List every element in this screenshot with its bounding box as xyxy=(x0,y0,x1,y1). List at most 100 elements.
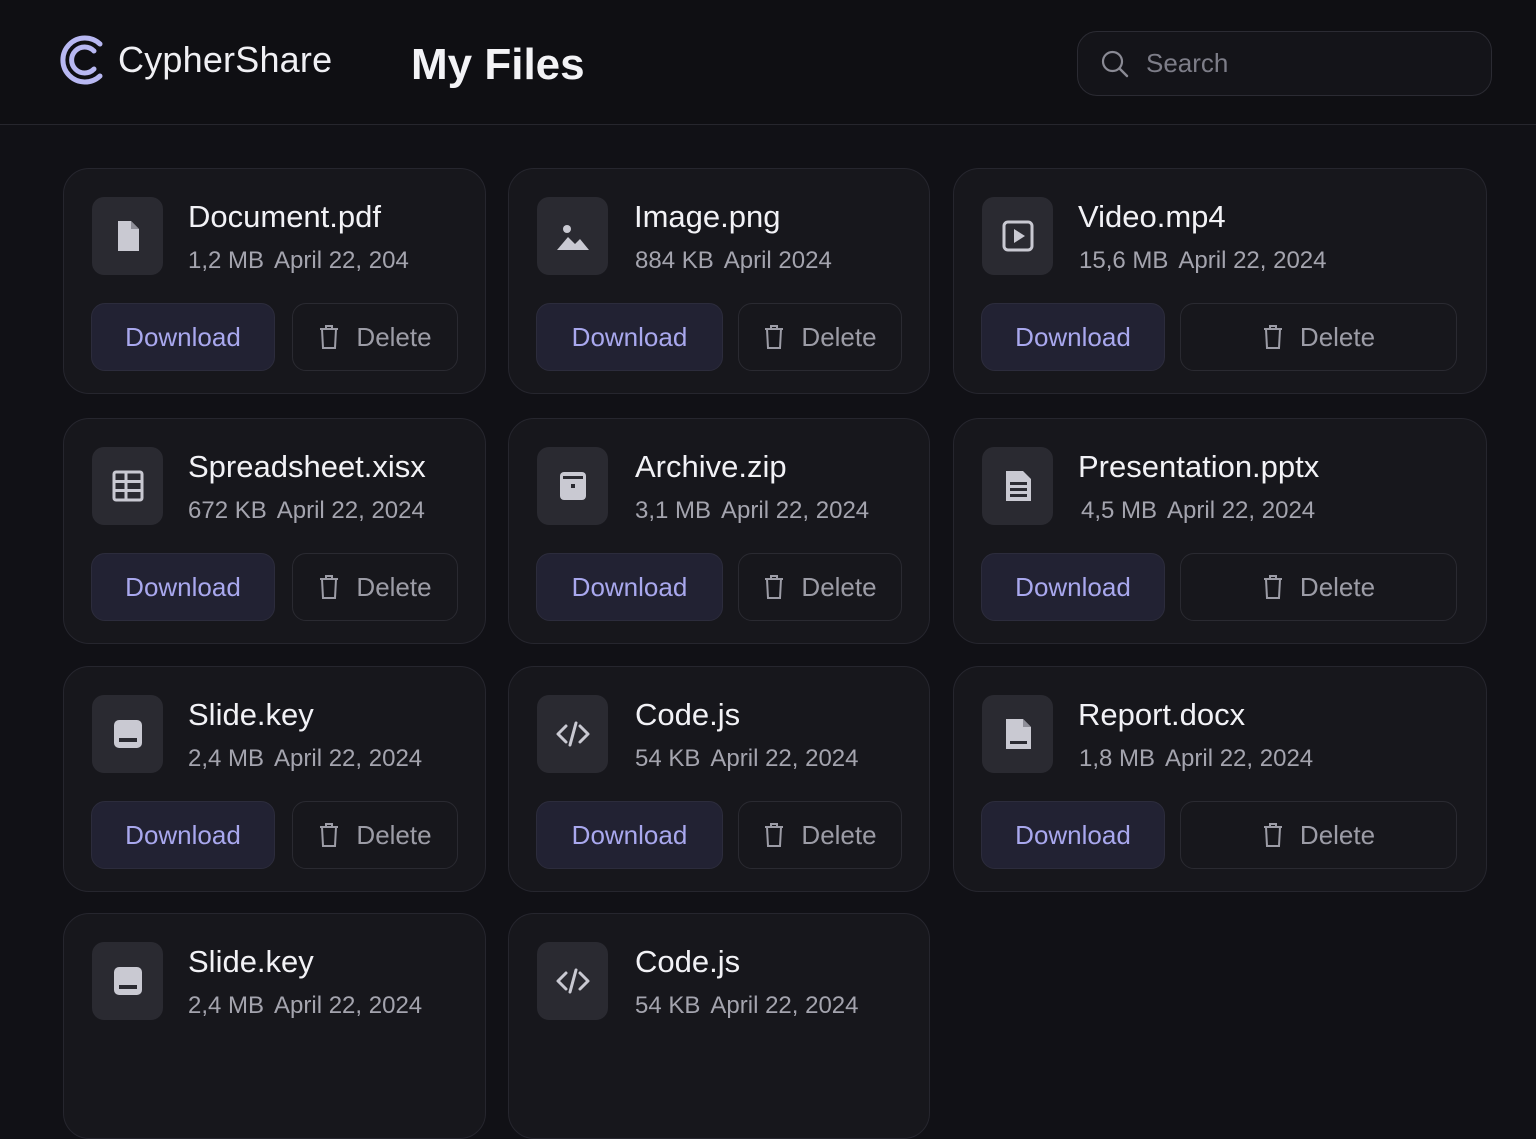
delete-label: Delete xyxy=(801,571,877,602)
delete-button[interactable]: Delete xyxy=(292,553,458,621)
file-size: 884 KB xyxy=(635,247,714,274)
delete-label: Delete xyxy=(356,571,432,602)
trash-icon xyxy=(1263,575,1282,599)
file-name: Code.js xyxy=(635,697,741,732)
file-meta: 3,1 MB April 22, 2024 xyxy=(635,497,869,525)
download-button[interactable]: Download xyxy=(981,303,1165,371)
file-name: Presentation.pptx xyxy=(1078,449,1320,484)
archive-icon xyxy=(559,472,586,500)
file-card: Code.js 54 KB April 22, 2024 Download Del… xyxy=(508,666,930,892)
file-size: 2,4 MB xyxy=(188,745,265,772)
trash-icon xyxy=(765,575,784,599)
file-card: Video.mp4 15,6 MB April 22, 2024 Download… xyxy=(953,168,1487,394)
file-date: April 22, 2024 xyxy=(1165,745,1314,772)
app-name: CypherShare xyxy=(118,39,333,80)
delete-label: Delete xyxy=(356,321,432,352)
file-name: Archive.zip xyxy=(635,449,787,484)
file-meta: 2,4 MB April 22, 2024 xyxy=(188,745,422,773)
trash-icon xyxy=(765,325,784,349)
image-icon xyxy=(556,225,589,250)
file-date: April 22, 2024 xyxy=(1178,247,1327,274)
download-button[interactable]: Download xyxy=(536,303,723,371)
file-meta: 4,5 MB April 22, 2024 xyxy=(1081,497,1315,525)
download-button[interactable]: Download xyxy=(536,553,723,621)
download-button[interactable]: Download xyxy=(981,801,1165,869)
delete-button[interactable]: Delete xyxy=(1180,303,1457,371)
file-card: Presentation.pptx 4,5 MB April 22, 2024 D… xyxy=(953,418,1487,644)
file-card: Archive.zip 3,1 MB April 22, 2024 Downloa… xyxy=(508,418,930,644)
code-icon xyxy=(556,721,589,747)
file-name: Report.docx xyxy=(1078,697,1246,732)
file-card: Document.pdf 1,2 MB April 22, 204 Downloa… xyxy=(63,168,486,394)
file-card: Slide.key 2,4 MB April 22, 2024 Download … xyxy=(63,666,486,892)
slide-icon xyxy=(113,967,142,995)
app-logo[interactable]: CypherShare xyxy=(60,34,332,86)
delete-label: Delete xyxy=(1299,571,1376,602)
file-name: Document.pdf xyxy=(188,199,381,234)
file-name: Spreadsheet.xisx xyxy=(188,449,426,484)
search-box[interactable] xyxy=(1077,31,1492,96)
file-date: April 2024 xyxy=(723,247,832,274)
file-name: Image.png xyxy=(634,199,781,234)
file-type-tile xyxy=(92,942,163,1020)
file-name: Slide.key xyxy=(188,697,314,732)
file-type-tile xyxy=(537,197,608,275)
presentation-icon xyxy=(1005,471,1031,501)
file-type-tile xyxy=(982,695,1053,773)
delete-button[interactable]: Delete xyxy=(738,801,902,869)
file-size: 1,2 MB xyxy=(188,247,265,274)
file-size: 54 KB xyxy=(635,745,701,772)
trash-icon xyxy=(320,823,339,847)
file-date: April 22, 2024 xyxy=(274,992,423,1019)
file-date: April 22, 2024 xyxy=(274,745,423,772)
file-meta: 1,8 MB April 22, 2024 xyxy=(1079,745,1313,773)
spreadsheet-icon xyxy=(112,470,143,502)
trash-icon xyxy=(320,575,339,599)
file-type-tile xyxy=(92,695,163,773)
trash-icon xyxy=(1263,823,1282,847)
file-card: Code.js 54 KB April 22, 2024 xyxy=(508,913,930,1139)
delete-button[interactable]: Delete xyxy=(738,303,902,371)
file-size: 15,6 MB xyxy=(1079,247,1169,274)
file-meta: 54 KB April 22, 2024 xyxy=(635,992,859,1020)
file-type-tile xyxy=(92,447,163,525)
trash-icon xyxy=(1263,325,1282,349)
delete-label: Delete xyxy=(1299,819,1376,850)
file-card: Slide.key 2,4 MB April 22, 2024 xyxy=(63,913,486,1139)
delete-label: Delete xyxy=(356,819,432,850)
delete-label: Delete xyxy=(1299,321,1376,352)
delete-button[interactable]: Delete xyxy=(738,553,902,621)
delete-button[interactable]: Delete xyxy=(292,801,458,869)
file-type-tile xyxy=(982,197,1053,275)
file-name: Slide.key xyxy=(188,944,314,979)
file-size: 4,5 MB xyxy=(1081,497,1158,524)
file-type-tile xyxy=(537,942,608,1020)
file-meta: 54 KB April 22, 2024 xyxy=(635,745,859,773)
page-title: My Files xyxy=(411,40,585,89)
search-input[interactable] xyxy=(1146,48,1466,79)
delete-button[interactable]: Delete xyxy=(1180,553,1457,621)
file-meta: 1,2 MB April 22, 204 xyxy=(188,247,409,275)
file-type-tile xyxy=(537,695,608,773)
download-button[interactable]: Download xyxy=(91,553,275,621)
download-button[interactable]: Download xyxy=(536,801,723,869)
video-icon xyxy=(1002,220,1033,252)
file-meta: 2,4 MB April 22, 2024 xyxy=(188,992,422,1020)
trash-icon xyxy=(320,325,339,349)
file-date: April 22, 2024 xyxy=(1167,497,1316,524)
file-date: April 22, 2024 xyxy=(710,745,859,772)
delete-button[interactable]: Delete xyxy=(292,303,458,371)
delete-button[interactable]: Delete xyxy=(1180,801,1457,869)
download-button[interactable]: Download xyxy=(91,303,275,371)
code-icon xyxy=(556,968,589,994)
file-type-tile xyxy=(537,447,608,525)
file-type-tile xyxy=(982,447,1053,525)
download-button[interactable]: Download xyxy=(91,801,275,869)
file-size: 2,4 MB xyxy=(188,992,265,1019)
file-card: Image.png 884 KB April 2024 Download Dele… xyxy=(508,168,930,394)
download-button[interactable]: Download xyxy=(981,553,1165,621)
file-size: 3,1 MB xyxy=(635,497,712,524)
file-size: 54 KB xyxy=(635,992,701,1019)
file-size: 672 KB xyxy=(188,497,267,524)
file-name: Code.js xyxy=(635,944,741,979)
